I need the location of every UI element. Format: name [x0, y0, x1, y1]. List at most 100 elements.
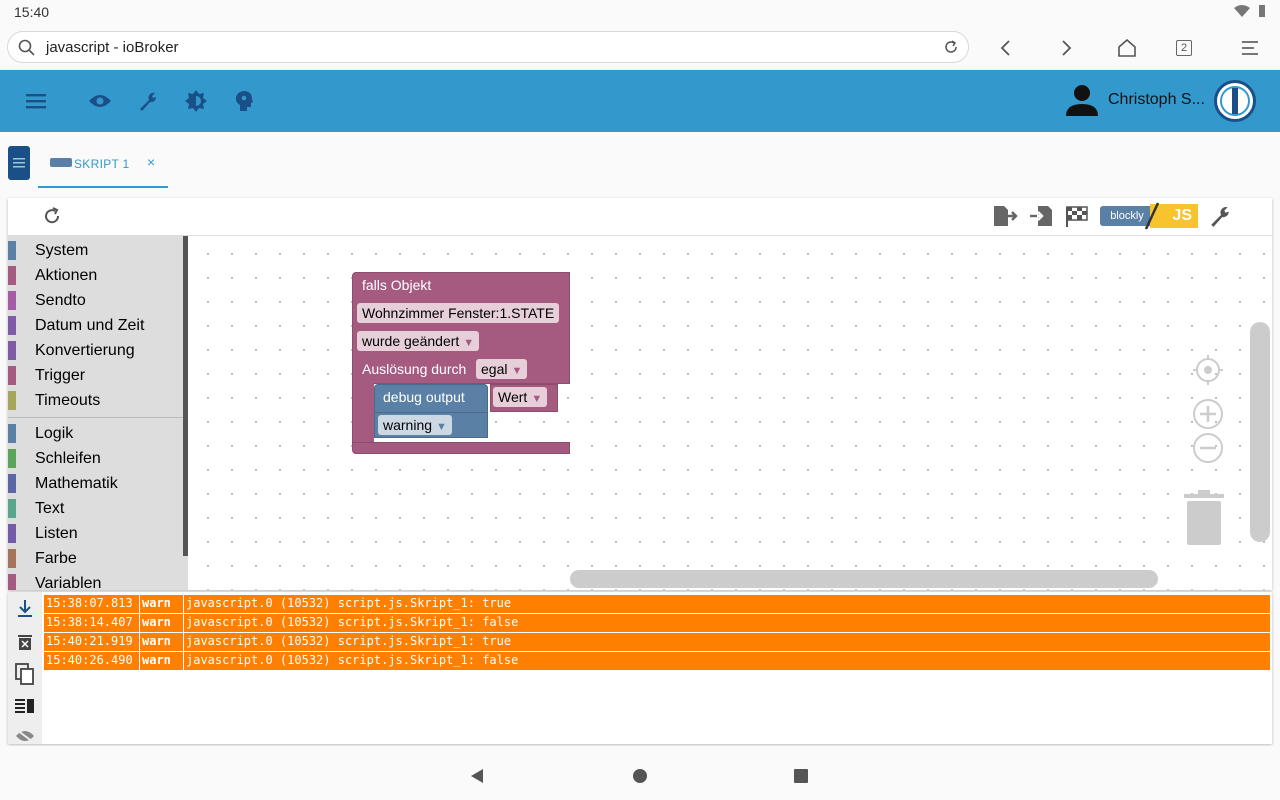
log-toolbar — [8, 592, 42, 744]
object-id-field[interactable]: Wohnzimmer Fenster:1.STATE — [357, 303, 560, 323]
trigger-block-footer — [352, 442, 570, 454]
home-button[interactable] — [1115, 36, 1139, 60]
hide-button[interactable] — [13, 724, 37, 748]
tab-skript-1[interactable]: SKRIPT 1 × — [38, 146, 168, 188]
tab-close-button[interactable]: × — [147, 154, 155, 170]
settings-button[interactable] — [135, 88, 161, 114]
toolbox-category[interactable]: Sendto — [8, 288, 188, 313]
copy-icon — [15, 663, 34, 685]
category-label: Logik — [35, 425, 74, 442]
theme-button[interactable] — [183, 88, 209, 114]
forward-button[interactable] — [1054, 36, 1078, 60]
center-icon[interactable] — [1192, 354, 1224, 386]
toolbox-category[interactable]: System — [8, 238, 188, 263]
toolbox-separator — [8, 417, 188, 418]
trigger-block[interactable]: falls Objekt Wohnzimmer Fenster:1.STATE … — [352, 272, 570, 456]
trigger-by-label: Auslösung durch — [362, 361, 467, 377]
log-level-dropdown[interactable]: warning ▼ — [378, 415, 452, 435]
workspace-horizontal-scrollbar[interactable] — [570, 570, 1158, 588]
home-circle-icon[interactable] — [633, 769, 647, 783]
value-dropdown[interactable]: Wert ▼ — [493, 387, 548, 407]
chevron-right-icon — [1062, 40, 1072, 56]
trash-icon[interactable] — [1182, 488, 1226, 548]
toolbox-category[interactable]: Text — [8, 496, 188, 521]
editor-panel: blockly JS System Aktionen Sendto Datum und… — [8, 198, 1272, 590]
browser-menu-button[interactable] — [1238, 36, 1262, 60]
category-label: Listen — [35, 525, 78, 542]
condition-dropdown[interactable]: wurde geändert ▼ — [357, 331, 480, 351]
category-label: Farbe — [35, 550, 77, 567]
app-bar: Christoph S... — [0, 70, 1280, 132]
toolbox-category[interactable]: Variablen — [8, 571, 188, 590]
zoom-out-icon[interactable] — [1192, 432, 1224, 464]
log-message: javascript.0 (10532) script.js.Skript_1:… — [186, 653, 519, 667]
toggle-columns-button[interactable] — [13, 694, 37, 718]
eye-off-icon — [16, 729, 34, 743]
wrench-icon[interactable] — [1208, 204, 1232, 228]
hamburger-icon — [26, 94, 46, 109]
category-color-swatch — [8, 474, 16, 493]
brightness-icon — [185, 90, 207, 112]
copy-log-button[interactable] — [13, 662, 37, 686]
category-label: Variablen — [35, 575, 102, 590]
toolbox-category[interactable]: Farbe — [8, 546, 188, 571]
toolbox-category[interactable]: Aktionen — [8, 263, 188, 288]
log-row: 15:40:21.919 warn javascript.0 (10532) scr… — [44, 633, 1270, 652]
back-button[interactable] — [994, 36, 1018, 60]
dropdown-arrow-icon: ▼ — [463, 337, 475, 349]
category-label: Konvertierung — [35, 342, 135, 359]
category-color-swatch — [8, 291, 16, 310]
iobroker-logo-icon — [1220, 86, 1250, 116]
url-text: javascript - ioBroker — [46, 39, 179, 56]
category-color-swatch — [8, 366, 16, 385]
blockly-workspace[interactable]: falls Objekt Wohnzimmer Fenster:1.STATE … — [190, 236, 1272, 590]
category-color-swatch — [8, 241, 16, 260]
menu-icon — [1242, 41, 1258, 55]
log-level: warn — [140, 595, 184, 613]
toolbox-category[interactable]: Listen — [8, 521, 188, 546]
slash-icon — [1144, 202, 1160, 230]
script-list-toggle[interactable] — [8, 146, 30, 180]
import-icon[interactable] — [1028, 204, 1054, 228]
back-triangle-icon[interactable] — [469, 768, 485, 784]
log-table: 15:38:07.813 warn javascript.0 (10532) scr… — [44, 595, 1270, 671]
toolbox-scrollbar[interactable] — [183, 236, 188, 556]
trigger-by-dropdown[interactable]: egal ▼ — [476, 359, 528, 379]
script-tabs: SKRIPT 1 × — [0, 132, 1280, 196]
blockly-js-toggle[interactable]: blockly JS — [1100, 202, 1198, 230]
tabs-button[interactable]: 2 — [1176, 40, 1192, 56]
toolbox-category[interactable]: Mathematik — [8, 471, 188, 496]
hamburger-button[interactable] — [23, 88, 49, 114]
refresh-icon[interactable] — [42, 206, 62, 226]
log-time: 15:40:26.490 — [44, 652, 140, 670]
export-icon[interactable] — [992, 204, 1018, 228]
toolbox-category[interactable]: Schleifen — [8, 446, 188, 471]
url-bar[interactable]: javascript - ioBroker — [7, 31, 969, 63]
clear-log-button[interactable] — [13, 630, 37, 654]
head-button[interactable] — [231, 88, 257, 114]
category-label: Timeouts — [35, 392, 101, 409]
log-row: 15:38:07.813 warn javascript.0 (10532) scr… — [44, 595, 1270, 614]
toolbox-category[interactable]: Timeouts — [8, 388, 188, 413]
toolbox-category[interactable]: Logik — [8, 421, 188, 446]
workspace-vertical-scrollbar[interactable] — [1250, 322, 1270, 542]
category-color-swatch — [8, 424, 16, 443]
toolbox-category[interactable]: Datum und Zeit — [8, 313, 188, 338]
search-icon — [18, 39, 35, 56]
category-label: Schleifen — [35, 450, 101, 467]
checkered-flag-icon[interactable] — [1064, 204, 1090, 228]
log-time: 15:40:21.919 — [44, 633, 140, 651]
scroll-down-button[interactable] — [13, 596, 37, 620]
toolbox-category[interactable]: Konvertierung — [8, 338, 188, 363]
toolbox-category[interactable]: Trigger — [8, 363, 188, 388]
recents-square-icon[interactable] — [794, 769, 808, 783]
toolbar-actions: blockly JS — [992, 202, 1232, 230]
tab-count: 2 — [1180, 42, 1188, 54]
user-menu[interactable]: Christoph S... — [1064, 82, 1205, 118]
iobroker-logo — [1214, 80, 1256, 122]
category-label: Datum und Zeit — [35, 317, 145, 334]
reload-icon[interactable] — [942, 38, 960, 56]
zoom-in-icon[interactable] — [1192, 398, 1224, 430]
expert-mode-button[interactable] — [87, 88, 113, 114]
condition-value: wurde geändert — [362, 333, 460, 349]
